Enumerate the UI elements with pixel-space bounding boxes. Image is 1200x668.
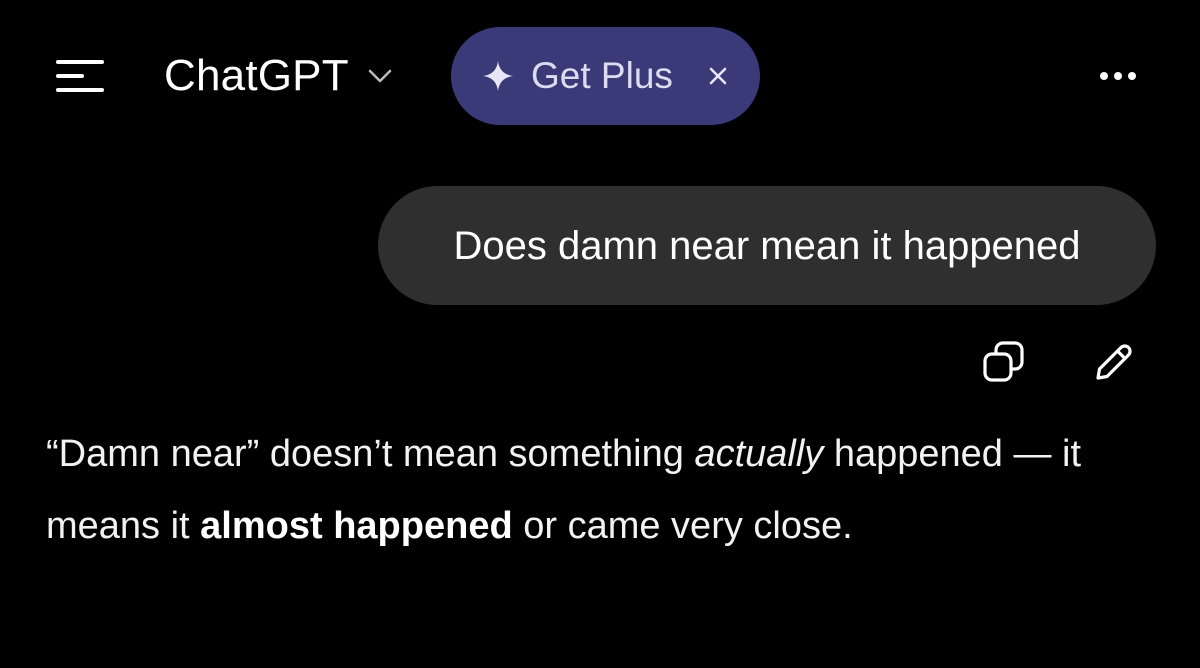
chevron-down-icon	[367, 68, 393, 84]
model-selector[interactable]: ChatGPT	[164, 50, 393, 102]
copy-message-button[interactable]	[980, 338, 1028, 386]
model-title: ChatGPT	[164, 51, 349, 100]
assistant-reply: “Damn near” doesn’t mean something actua…	[46, 418, 1166, 562]
reply-segment-bold: almost happened	[200, 505, 513, 547]
edit-pencil-icon	[1096, 344, 1132, 380]
close-icon[interactable]	[704, 62, 732, 90]
sidebar-menu-icon	[56, 60, 104, 92]
get-plus-label: Get Plus	[531, 55, 673, 96]
sidebar-menu-button[interactable]	[52, 56, 108, 96]
edit-message-button[interactable]	[1090, 338, 1138, 386]
get-plus-button[interactable]: Get Plus	[451, 27, 760, 125]
user-message-text: Does damn near mean it happened	[453, 223, 1081, 268]
copy-icon	[983, 341, 1024, 382]
sparkle-icon	[483, 61, 513, 91]
more-options-button[interactable]	[1088, 58, 1148, 94]
reply-segment-1: “Damn near” doesn’t mean something	[46, 433, 695, 475]
reply-segment-5: or came very close.	[512, 505, 853, 547]
reply-segment-italic: actually	[694, 433, 824, 475]
more-horizontal-icon	[1100, 72, 1136, 80]
user-message-bubble: Does damn near mean it happened	[378, 186, 1156, 305]
